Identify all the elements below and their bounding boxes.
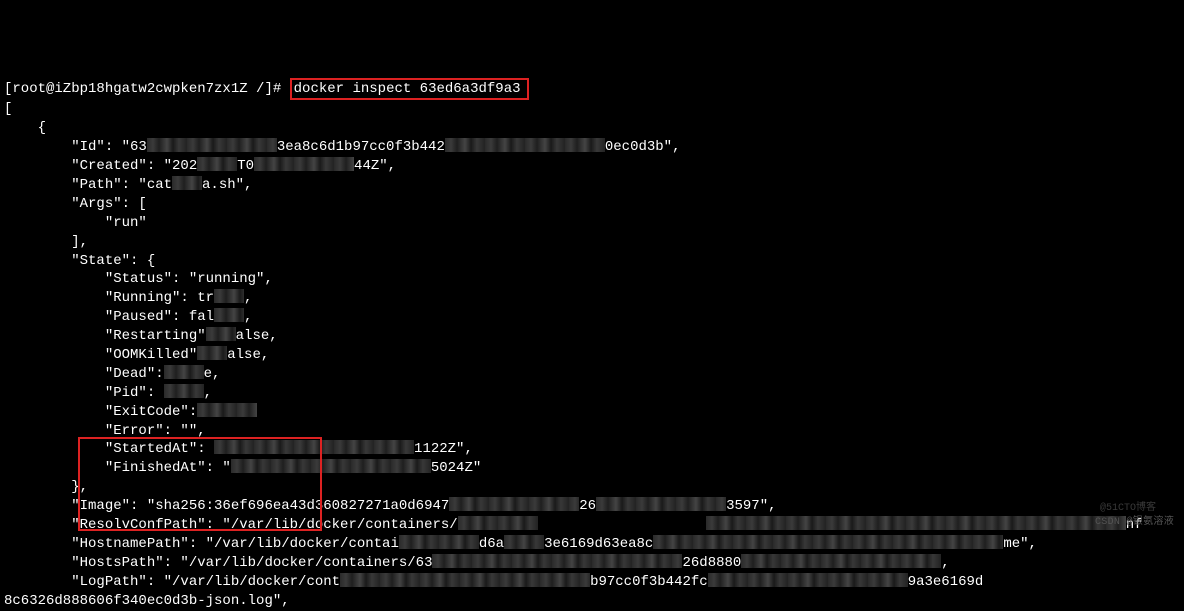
redacted-segment [596, 497, 726, 511]
redacted-segment [445, 138, 605, 152]
args-close: ], [4, 234, 88, 250]
hostname-suffix: me", [1003, 536, 1037, 552]
command-text: docker inspect 63ed6a3df9a3 [294, 81, 521, 97]
json-open-brace: { [4, 120, 46, 136]
args-open: "Args": [ [4, 196, 147, 212]
hosts-mid: 26d8880 [682, 555, 741, 571]
restarting-suffix: alse, [236, 328, 278, 344]
created-suffix: 44Z", [354, 158, 396, 174]
redacted-segment [197, 403, 257, 417]
redacted-segment [432, 554, 682, 568]
watermark-secondary: @51CTO博客 [1100, 502, 1156, 516]
redacted-segment [172, 176, 202, 190]
redacted-segment [449, 497, 579, 511]
startedat-suffix: 1122Z", [414, 441, 473, 457]
redacted-segment [206, 327, 236, 341]
redacted-segment [254, 157, 354, 171]
path-suffix: a.sh", [202, 177, 252, 193]
restarting-prefix: "Restarting" [4, 328, 206, 344]
redacted-segment [458, 516, 538, 530]
id-suffix: 0ec0d3b", [605, 139, 681, 155]
logpath-suffix: 9a3e6169d [908, 574, 984, 590]
redacted-segment [214, 308, 244, 322]
redacted-segment [231, 459, 431, 473]
prompt-line: [root@iZbp18hgatw2cwpken7zx1Z /]# docker… [4, 81, 529, 97]
oom-suffix: alse, [227, 347, 269, 363]
image-mid2: 26 [579, 498, 596, 514]
finishedat-suffix: 5024Z" [431, 460, 481, 476]
command-highlight: docker inspect 63ed6a3df9a3 [290, 78, 529, 101]
redacted-segment [197, 346, 227, 360]
state-close: }, [4, 479, 88, 495]
path-prefix: "Path": "cat [4, 177, 172, 193]
paused-suffix: , [244, 309, 252, 325]
running-suffix: , [244, 290, 252, 306]
hostname-mid2: 3e6169d63ea8c [544, 536, 653, 552]
state-status: "Status": "running", [4, 271, 273, 287]
pid-prefix: "Pid": [4, 385, 164, 401]
hosts-prefix: "HostsPath": "/var/lib/docker/containers… [4, 555, 432, 571]
logpath-line2: 8c6326d888606f340ec0d3b-json.log", [4, 593, 290, 609]
args-run: "run" [4, 215, 147, 231]
image-prefix: "Image": "sha256:36ef696ea43 [4, 498, 306, 514]
resolv-prefix: "ResolvConfPath": "/var/lib/docker/conta… [4, 517, 458, 533]
redacted-segment [706, 516, 1126, 530]
redacted-segment [147, 138, 277, 152]
hostname-prefix: "HostnamePath": "/var/lib/docker/contai [4, 536, 399, 552]
hosts-suffix: , [941, 555, 949, 571]
startedat-prefix: "StartedAt": [4, 441, 214, 457]
image-suffix: 3597", [726, 498, 776, 514]
shell-prompt: [root@iZbp18hgatw2cwpken7zx1Z /]# [4, 81, 281, 97]
created-prefix: "Created": "202 [4, 158, 197, 174]
paused-prefix: "Paused": fal [4, 309, 214, 325]
redacted-segment [340, 573, 590, 587]
state-open: "State": { [4, 253, 155, 269]
redacted-segment [164, 365, 204, 379]
image-mid: d360827271a0d6947 [306, 498, 449, 514]
created-mid: T0 [237, 158, 254, 174]
redacted-segment [653, 535, 1003, 549]
dead-suffix: e, [204, 366, 221, 382]
redacted-segment [164, 384, 204, 398]
redacted-segment [214, 289, 244, 303]
logpath-prefix: "LogPath": "/var/lib/docker/cont [4, 574, 340, 590]
oom-prefix: "OOMKilled" [4, 347, 197, 363]
redacted-segment [741, 554, 941, 568]
redacted-segment [399, 535, 479, 549]
error-line: "Error": "", [4, 423, 206, 439]
pid-suffix: , [204, 385, 212, 401]
logpath-mid: b97cc0f3b442fc [590, 574, 708, 590]
id-mid: 3ea8c6d1b97cc0f3b442 [277, 139, 445, 155]
finishedat-prefix: "FinishedAt": " [4, 460, 231, 476]
watermark: CSDN @银氨溶液 [1095, 516, 1174, 530]
id-prefix: "Id": "63 [4, 139, 147, 155]
redacted-segment [708, 573, 908, 587]
redacted-segment [197, 157, 237, 171]
redacted-segment [214, 440, 414, 454]
exitcode-prefix: "ExitCode": [4, 404, 197, 420]
hostname-mid: d6a [479, 536, 504, 552]
running-prefix: "Running": tr [4, 290, 214, 306]
redacted-segment [504, 535, 544, 549]
dead-prefix: "Dead": [4, 366, 164, 382]
json-open-bracket: [ [4, 101, 12, 117]
